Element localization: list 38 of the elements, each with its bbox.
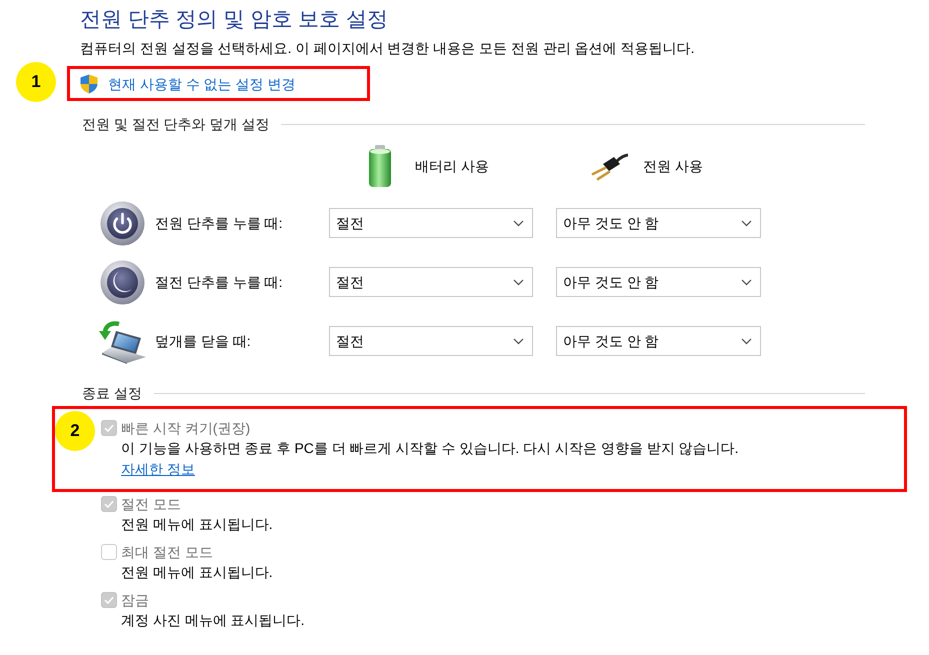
step-number-badge: 1 — [16, 62, 56, 102]
chevron-down-icon — [513, 220, 524, 226]
option-description: 계정 사진 메뉴에 표시됩니다. — [120, 611, 306, 630]
setting-label: 절전 단추를 누를 때: — [155, 273, 284, 292]
option-description: 전원 메뉴에 표시됩니다. — [120, 563, 274, 582]
intro-text: 컴퓨터의 전원 설정을 선택하세요. 이 페이지에서 변경한 내용은 모든 전원 관리 옵션에 적용됩니다. — [80, 39, 696, 58]
dropdown[interactable]: 절전 — [329, 208, 533, 238]
column-header: 배터리 사용 — [415, 157, 489, 176]
section-heading: 종료 설정 — [81, 384, 142, 403]
chevron-down-icon — [513, 338, 524, 344]
power-icon — [100, 200, 145, 246]
dropdown[interactable]: 아무 것도 안 함 — [556, 326, 761, 356]
moon-icon — [100, 260, 145, 304]
chevron-down-icon — [513, 278, 524, 286]
laptop-icon — [98, 318, 146, 364]
option-description: 이 기능을 사용하면 종료 후 PC를 더 빠르게 시작할 수 있습니다. 다시 시작은 영향을 받지 않습니다. — [120, 439, 740, 458]
chevron-down-icon — [741, 220, 752, 226]
dropdown[interactable]: 절전 — [329, 326, 533, 356]
dropdown[interactable]: 아무 것도 안 함 — [556, 267, 761, 297]
setting-label: 덮개를 닫을 때: — [155, 332, 252, 351]
chevron-down-icon — [741, 278, 752, 286]
step-number-badge: 2 — [55, 411, 95, 451]
option-description: 전원 메뉴에 표시됩니다. — [120, 515, 274, 534]
battery-icon — [368, 145, 392, 187]
column-header: 전원 사용 — [643, 157, 703, 176]
plug-icon — [590, 151, 628, 181]
checkbox-label: 잠금 — [121, 591, 149, 610]
change-settings-link[interactable]: 현재 사용할 수 없는 설정 변경 — [80, 74, 296, 94]
chevron-down-icon — [741, 338, 752, 344]
dropdown[interactable]: 아무 것도 안 함 — [556, 208, 761, 238]
checkbox-label: 빠른 시작 켜기(권장) — [121, 419, 250, 438]
section-heading: 전원 및 절전 단추와 덮개 설정 — [81, 115, 270, 134]
checkbox-label: 최대 절전 모드 — [121, 543, 213, 562]
setting-label: 전원 단추를 누를 때: — [155, 214, 284, 233]
dropdown[interactable]: 절전 — [329, 267, 533, 297]
checkbox-label: 절전 모드 — [121, 495, 181, 514]
page-title: 전원 단추 정의 및 암호 보호 설정 — [80, 7, 390, 33]
shield-icon — [80, 74, 98, 94]
